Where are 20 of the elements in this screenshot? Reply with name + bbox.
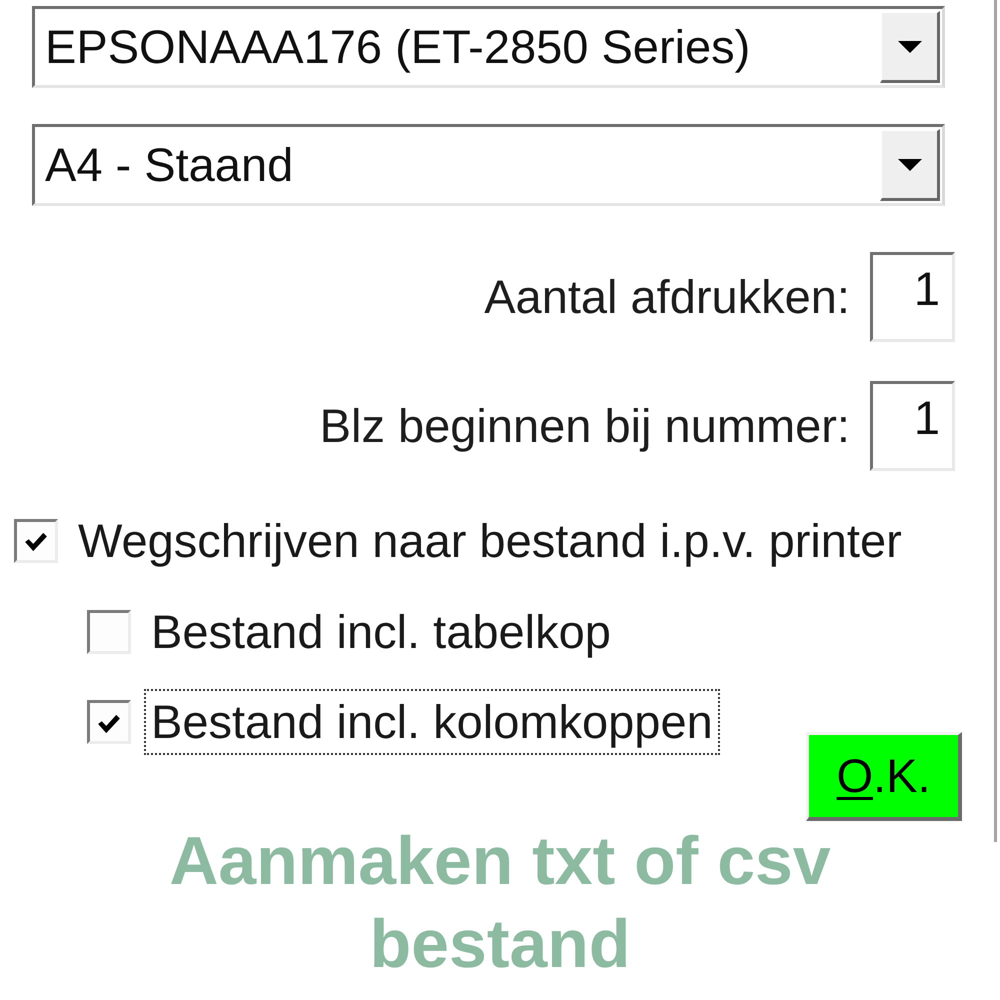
checkbox-label[interactable]: Bestand incl. tabelkop xyxy=(144,598,618,664)
dropdown-arrow-button[interactable] xyxy=(880,129,940,201)
paper-size-dropdown[interactable]: A4 - Staand xyxy=(32,124,945,206)
caption-title: Aanmaken txt of csv bestand xyxy=(168,822,832,984)
start-page-label: Blz beginnen bij nummer: xyxy=(320,398,850,454)
caret-down-icon xyxy=(898,40,922,52)
copies-field[interactable]: 1 xyxy=(870,252,955,342)
checkbox-label[interactable]: Bestand incl. kolomkoppen xyxy=(144,689,720,756)
checkbox[interactable] xyxy=(14,518,58,563)
printer-dropdown[interactable]: EPSONAAA176 (ET-2850 Series) xyxy=(32,6,945,88)
start-page-field[interactable]: 1 xyxy=(870,381,955,471)
ok-button[interactable]: O.K. xyxy=(806,732,962,821)
copies-label: Aantal afdrukken: xyxy=(484,270,850,324)
checkmark-icon xyxy=(24,532,48,552)
checkbox-label[interactable]: Wegschrijven naar bestand i.p.v. printer xyxy=(71,508,909,574)
checkbox[interactable] xyxy=(87,610,131,654)
dropdown-arrow-button[interactable] xyxy=(880,11,940,83)
caret-down-icon xyxy=(898,158,922,170)
checkmark-icon xyxy=(97,714,121,734)
checkbox[interactable] xyxy=(87,700,131,744)
